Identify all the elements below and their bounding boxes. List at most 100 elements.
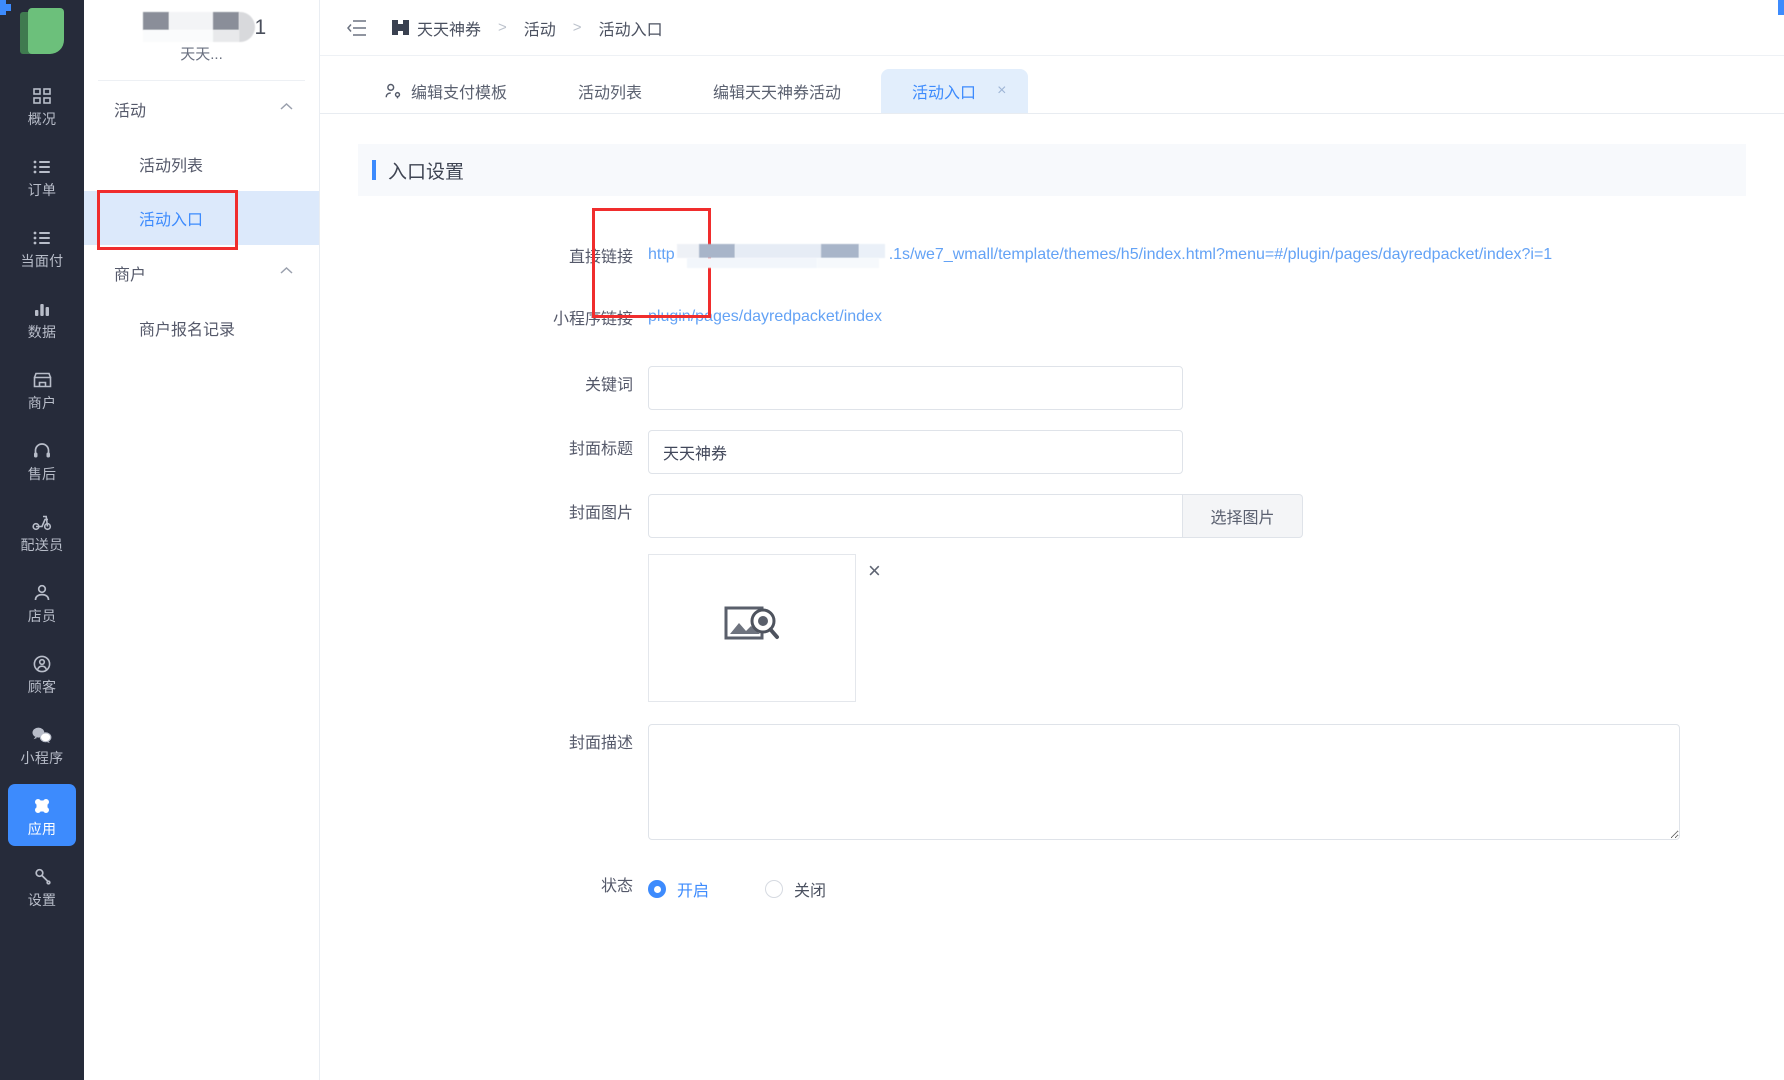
rail-item-facepay[interactable]: 当面付 xyxy=(8,216,76,278)
image-search-icon xyxy=(724,603,780,654)
secondary-nav: 1 天天... 活动 活动列表 活动入口 商户 商户报名记录 xyxy=(84,0,320,1080)
rail-label: 设置 xyxy=(27,891,57,908)
primary-nav-rail: 概况 订单 当面付 数据 商户 售后 配送员 店员 顾客 小程序 应用 设置 xyxy=(0,0,84,1080)
rail-item-courier[interactable]: 配送员 xyxy=(8,500,76,562)
page-title: 入口设置 xyxy=(388,161,465,183)
field-direct-link: 直接链接 http .1s/we7_wmall/template/themes/… xyxy=(358,224,1746,286)
remove-image-icon[interactable]: × xyxy=(868,560,881,582)
sidebar-item-activity-entry[interactable]: 活动入口 xyxy=(84,190,319,250)
content-area: 入口设置 直接链接 http .1s/we7_wmall/template/th… xyxy=(320,114,1784,1080)
rail-item-miniprogram[interactable]: 小程序 xyxy=(8,713,76,775)
breadcrumb-separator: > xyxy=(572,19,582,36)
field-label: 小程序链接 xyxy=(552,311,633,328)
cover-image-picker: 选择图片 xyxy=(648,494,1746,538)
nav-group-label: 活动 xyxy=(114,103,147,120)
radio-dot-icon xyxy=(765,880,784,898)
radio-label: 开启 xyxy=(677,883,710,900)
tab-label: 活动入口 xyxy=(912,85,977,102)
shop-icon xyxy=(32,369,53,391)
cover-desc-textarea[interactable] xyxy=(648,724,1680,840)
panel-header: 入口设置 xyxy=(358,144,1746,196)
rail-label: 订单 xyxy=(27,181,57,198)
rail-item-aftersales[interactable]: 售后 xyxy=(8,429,76,491)
rail-label: 商户 xyxy=(27,394,57,411)
cover-image-preview-row: × xyxy=(648,554,1746,702)
field-label: 封面图片 xyxy=(568,505,633,522)
rail-item-data[interactable]: 数据 xyxy=(8,287,76,349)
app-icon xyxy=(392,20,409,35)
cover-title-input[interactable] xyxy=(648,430,1183,474)
nav-leaf-label: 活动入口 xyxy=(139,212,204,229)
close-icon[interactable]: × xyxy=(997,82,1006,100)
rail-item-customer[interactable]: 顾客 xyxy=(8,642,76,704)
keyword-input[interactable] xyxy=(648,366,1183,410)
dashboard-icon xyxy=(32,85,52,107)
collapse-menu-icon[interactable] xyxy=(344,15,370,41)
tab-label: 编辑天天神券活动 xyxy=(713,85,842,102)
entry-settings-panel: 入口设置 直接链接 http .1s/we7_wmall/template/th… xyxy=(358,144,1746,911)
rail-item-settings[interactable]: 设置 xyxy=(8,855,76,917)
apps-icon xyxy=(32,795,52,817)
miniprogram-link-value[interactable]: plugin/pages/dayredpacket/index xyxy=(648,308,1746,326)
rail-label: 售后 xyxy=(27,465,57,482)
status-radio-group: 开启 关闭 xyxy=(648,867,1746,911)
nav-group-merchant[interactable]: 商户 xyxy=(84,245,319,301)
wechat-icon xyxy=(31,724,53,746)
rail-label: 当面付 xyxy=(20,252,64,269)
tab-label: 编辑支付模板 xyxy=(411,85,508,102)
breadcrumb: 天天神券 > 活动 > 活动入口 xyxy=(392,16,663,40)
sidebar-item-activity-list[interactable]: 活动列表 xyxy=(84,137,319,191)
leaf-logo xyxy=(14,8,70,58)
rail-label: 应用 xyxy=(27,820,57,837)
breadcrumb-item-1[interactable]: 活动 xyxy=(524,16,556,40)
radio-dot-icon xyxy=(648,880,666,898)
tab-bar: 编辑支付模板 活动列表 编辑天天神券活动 活动入口 × xyxy=(0,0,1784,114)
rail-item-staff[interactable]: 店员 xyxy=(8,571,76,633)
rail-label: 顾客 xyxy=(27,678,57,695)
field-cover-desc: 封面描述 xyxy=(358,724,1746,845)
breadcrumb-item-0[interactable]: 天天神券 xyxy=(417,16,481,40)
field-label: 封面描述 xyxy=(568,735,633,752)
rail-item-apps[interactable]: 应用 xyxy=(8,784,76,846)
rail-item-orders[interactable]: 订单 xyxy=(8,145,76,207)
rail-label: 店员 xyxy=(27,607,57,624)
subnav-header: 1 天天... xyxy=(84,0,319,74)
field-keyword: 关键词 xyxy=(358,366,1746,410)
list-icon xyxy=(32,227,52,249)
field-label: 关键词 xyxy=(584,377,633,394)
status-radio-off[interactable]: 关闭 xyxy=(765,877,826,901)
nav-group-label: 商户 xyxy=(114,267,147,284)
scooter-icon xyxy=(31,511,53,533)
cover-image-input[interactable] xyxy=(648,494,1183,538)
brand-logo-redacted: 1 xyxy=(142,8,266,42)
tab-edit-payment-template[interactable]: 编辑支付模板 xyxy=(362,69,529,113)
field-label: 直接链接 xyxy=(568,249,633,266)
headset-icon xyxy=(32,440,52,462)
breadcrumb-item-2[interactable]: 活动入口 xyxy=(599,16,663,40)
breadcrumb-bar: 天天神券 > 活动 > 活动入口 xyxy=(320,0,1784,56)
chevron-up-icon xyxy=(280,100,293,114)
rail-label: 小程序 xyxy=(20,749,64,766)
brand-subtitle: 天天... xyxy=(180,46,223,63)
rail-label: 数据 xyxy=(27,323,57,340)
tab-edit-daily-coupon-activity[interactable]: 编辑天天神券活动 xyxy=(0,0,1784,113)
field-cover-title: 封面标题 xyxy=(358,430,1746,474)
direct-link-prefix: http xyxy=(648,246,675,263)
person-key-icon xyxy=(384,82,402,100)
list-icon xyxy=(32,156,52,178)
status-radio-on[interactable]: 开启 xyxy=(648,877,709,901)
nav-group-activity[interactable]: 活动 xyxy=(84,81,319,137)
rail-item-merchant[interactable]: 商户 xyxy=(8,358,76,420)
direct-link-suffix: .1s/we7_wmall/template/themes/h5/index.h… xyxy=(888,246,1553,263)
rail-item-overview[interactable]: 概况 xyxy=(8,74,76,136)
select-image-button[interactable]: 选择图片 xyxy=(1183,494,1303,538)
cover-image-thumbnail[interactable] xyxy=(648,554,856,702)
field-miniprogram-link: 小程序链接 plugin/pages/dayredpacket/index xyxy=(358,286,1746,348)
field-status: 状态 开启 关闭 xyxy=(358,867,1746,911)
settings-icon xyxy=(32,866,52,888)
tab-activity-list[interactable]: 活动列表 xyxy=(0,0,1784,113)
sidebar-item-merchant-applications[interactable]: 商户报名记录 xyxy=(84,301,319,355)
chevron-up-icon xyxy=(280,264,293,278)
direct-link-value[interactable]: http .1s/we7_wmall/template/themes/h5/in… xyxy=(648,244,1746,268)
tab-activity-entry[interactable]: 活动入口 × xyxy=(0,0,1784,113)
